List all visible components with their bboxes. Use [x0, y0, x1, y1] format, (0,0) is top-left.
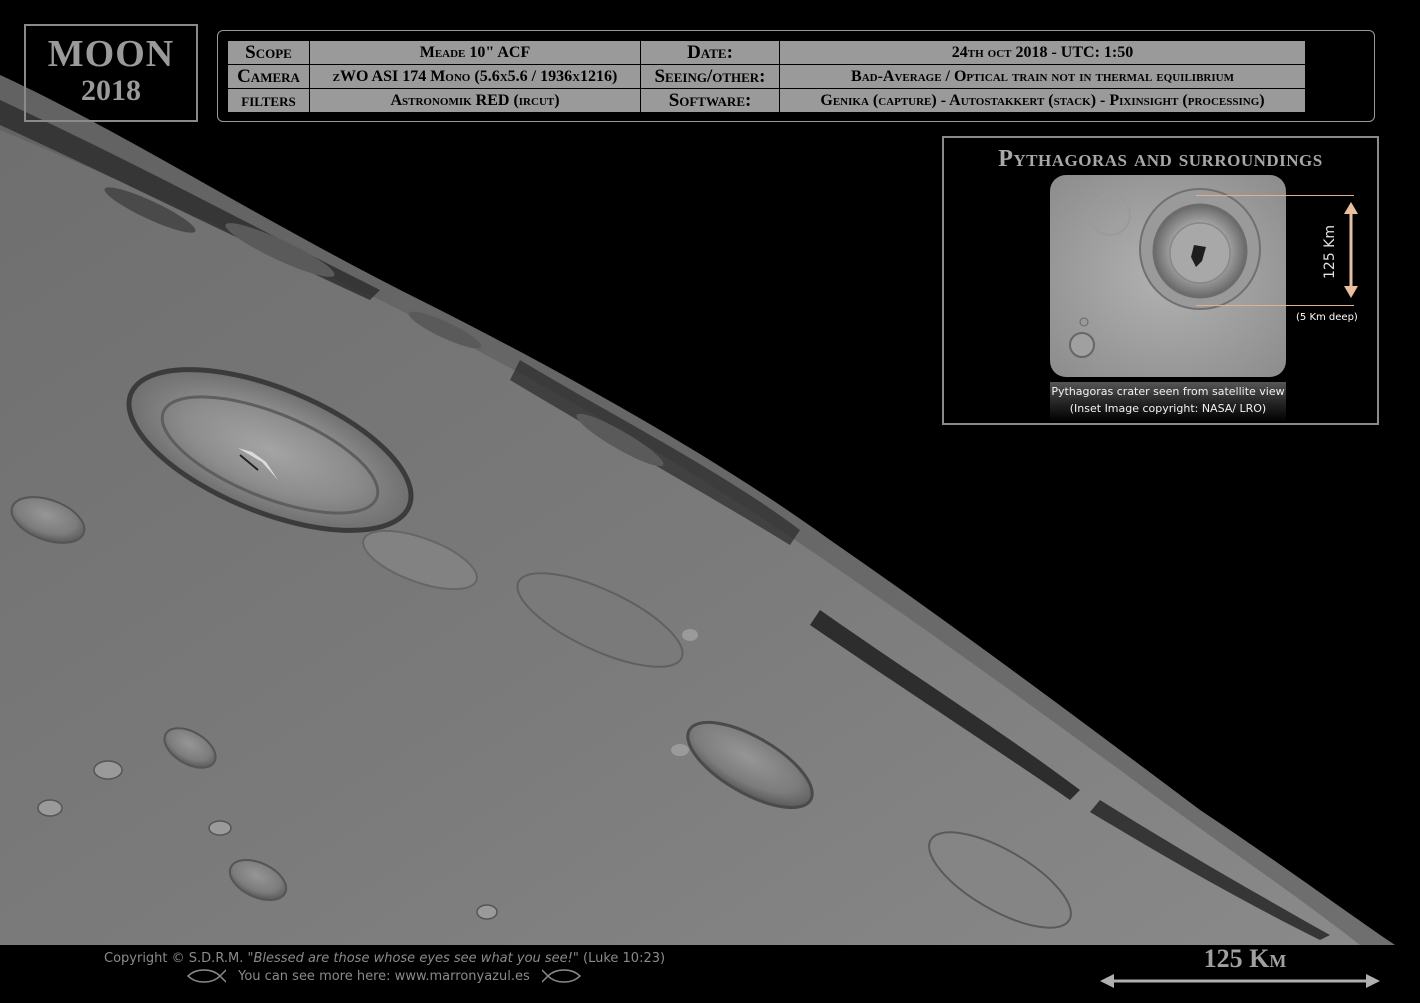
date-label: Date: [640, 40, 780, 65]
scope-label: Scope [227, 40, 310, 65]
measure-label: 125 Km [1322, 225, 1338, 279]
inset-satellite-image [1050, 175, 1286, 377]
measure-top-line [1196, 195, 1354, 196]
website-text: You can see more here: www.marronyazul.e… [238, 968, 530, 984]
copyright-prefix: Copyright © S.D.R.M. [104, 951, 244, 966]
inset-caption: Pythagoras crater seen from satellite vi… [1050, 382, 1286, 422]
scale-bar-arrow-icon [1100, 974, 1380, 988]
scale-label: 125 Km [1203, 944, 1287, 973]
depth-label: (5 Km deep) [1296, 312, 1358, 323]
equipment-info-panel: Scope Meade 10" ACF Date: 24th oct 2018 … [217, 30, 1375, 122]
scope-value: Meade 10" ACF [309, 40, 641, 65]
seeing-value: Bad-Average / Optical train not in therm… [779, 64, 1306, 89]
inset-title: Pythagoras and surroundings [998, 146, 1323, 172]
camera-value: zWO ASI 174 Mono (5.6x5.6 / 1936x1216) [309, 64, 641, 89]
copyright-reference: (Luke 10:23) [583, 951, 666, 966]
title-main: MOON [47, 33, 175, 75]
software-value: Genika (capture) - Autostakkert (stack) … [779, 88, 1306, 113]
website-line: You can see more here: www.marronyazul.e… [186, 968, 582, 984]
inset-caption-line2: (Inset Image copyright: NASA/ LRO) [1069, 402, 1267, 415]
inset-panel: Pythagoras and surroundings 125 Km (5 Km… [942, 136, 1379, 425]
title-year: 2018 [81, 74, 141, 107]
copyright-quote: "Blessed are those whose eyes see what y… [247, 951, 579, 966]
date-value: 24th oct 2018 - UTC: 1:50 [779, 40, 1306, 65]
measure-arrow-icon [1344, 202, 1358, 298]
software-label: Software: [640, 88, 780, 113]
equipment-info-table: Scope Meade 10" ACF Date: 24th oct 2018 … [227, 40, 1306, 113]
inset-caption-line1: Pythagoras crater seen from satellite vi… [1051, 385, 1285, 398]
filters-value: Astronomik RED (ircut) [309, 88, 641, 113]
seeing-label: Seeing/other: [640, 64, 780, 89]
filters-label: filters [227, 88, 310, 113]
camera-label: Camera [227, 64, 310, 89]
measure-bottom-line [1196, 305, 1354, 306]
fish-left-icon [186, 969, 226, 983]
copyright-line: Copyright © S.D.R.M. "Blessed are those … [104, 951, 665, 966]
title-box: MOON 2018 [24, 24, 198, 122]
fish-right-icon [541, 969, 581, 983]
